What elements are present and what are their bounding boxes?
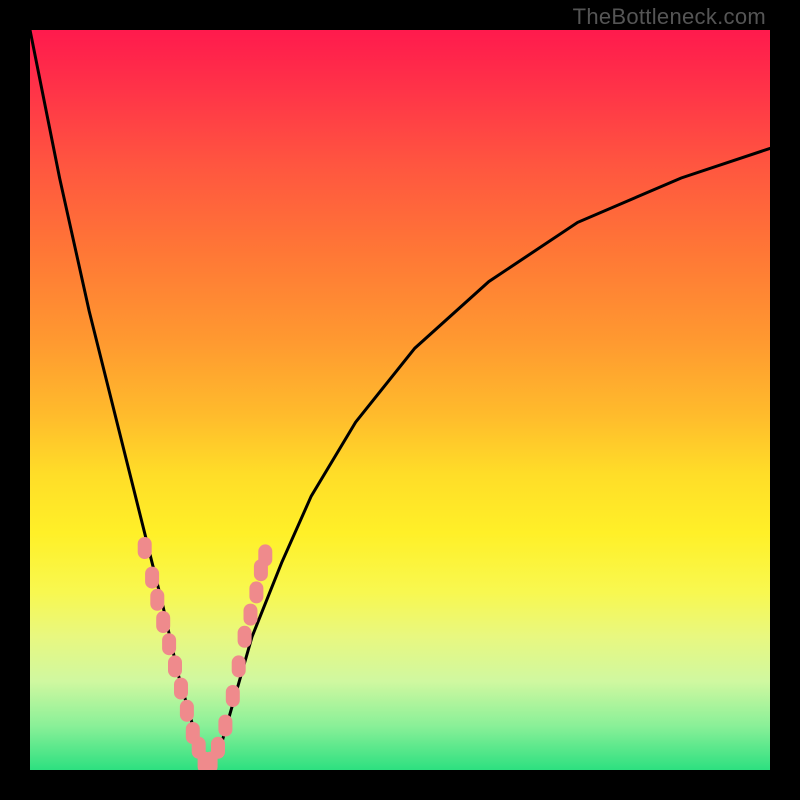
curve-marker	[238, 626, 252, 648]
curve-marker	[145, 567, 159, 589]
curve-marker	[162, 633, 176, 655]
curve-marker	[211, 737, 225, 759]
curve-marker	[258, 544, 272, 566]
curve-marker	[244, 604, 258, 626]
curve-marker	[249, 581, 263, 603]
plot-area	[30, 30, 770, 770]
curve-marker	[180, 700, 194, 722]
curve-marker	[168, 655, 182, 677]
curve-marker	[186, 722, 200, 744]
curve-marker	[226, 685, 240, 707]
chart-frame: TheBottleneck.com	[0, 0, 800, 800]
watermark: TheBottleneck.com	[573, 4, 766, 30]
curve-marker	[156, 611, 170, 633]
curve-marker	[198, 752, 212, 770]
marker-group	[138, 537, 273, 770]
curve-marker	[254, 559, 268, 581]
curve-layer	[30, 30, 770, 770]
bottleneck-curve	[30, 30, 770, 763]
curve-marker	[192, 737, 206, 759]
curve-marker	[174, 678, 188, 700]
curve-marker	[150, 589, 164, 611]
curve-marker	[204, 752, 218, 770]
curve-marker	[232, 655, 246, 677]
curve-marker	[138, 537, 152, 559]
curve-marker	[218, 715, 232, 737]
